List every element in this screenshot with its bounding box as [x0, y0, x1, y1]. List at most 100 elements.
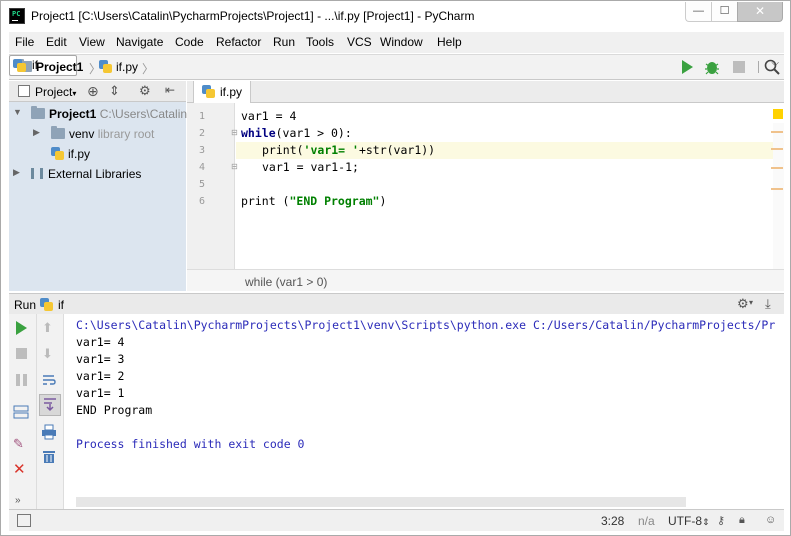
pause-button[interactable] [14, 372, 30, 388]
run-panel-title: Run [14, 298, 37, 312]
tree-item-project1-label: Project1 [49, 107, 97, 121]
settings-gear-icon[interactable]: ⚙ [139, 83, 151, 99]
file-encoding-label: UTF-8 [668, 514, 702, 528]
menu-code[interactable]: Code [175, 35, 204, 49]
inspection-warning-icon[interactable] [773, 109, 783, 119]
locate-file-icon[interactable]: ⊕ [87, 83, 99, 100]
menu-vcs[interactable]: VCS [347, 35, 372, 49]
code-line-6: print ("END Program") [241, 194, 386, 208]
error-stripe-mark[interactable] [771, 188, 783, 190]
lock-icon[interactable]: 🔒︎ [739, 514, 745, 527]
rerun-button[interactable] [14, 320, 30, 336]
tree-item-if-py[interactable]: if.py [9, 144, 186, 164]
expand-arrow-icon[interactable]: ▶ [33, 127, 40, 138]
maximize-button[interactable]: ☐ [711, 2, 737, 22]
scroll-up-button[interactable]: ⬆ [42, 320, 58, 336]
caret-position[interactable]: 3:28 [601, 514, 624, 528]
code-editor[interactable]: 1 2 3 4 5 6 ⊟ ⊟ var1 = 4 while(var1 > 0)… [187, 103, 784, 269]
python-file-icon [40, 298, 53, 311]
menu-file[interactable]: File [15, 35, 34, 49]
project-view-icon [18, 85, 30, 97]
menu-run[interactable]: Run [273, 35, 295, 49]
fold-marker-icon[interactable]: ⊟ [231, 128, 238, 137]
navigation-bar: Project1 〉 if.py 〉 if ⌵ [9, 54, 784, 80]
hide-panel-icon[interactable]: ⤓ [765, 296, 771, 312]
pycharm-logo-icon [9, 8, 25, 24]
library-icon [31, 168, 43, 179]
error-stripe-mark[interactable] [771, 167, 783, 169]
project-view-dropdown[interactable]: Project▾ [35, 85, 76, 99]
fold-end-icon[interactable]: ⊟ [231, 162, 238, 171]
stop-icon [16, 348, 27, 359]
inspector-icon[interactable]: ☺ [765, 514, 776, 526]
run-config-tab[interactable]: if [58, 298, 64, 312]
breadcrumb-file[interactable]: if.py [99, 60, 138, 74]
scroll-down-button[interactable]: ⬇ [42, 346, 58, 362]
project-tree-panel: ▼ Project1 C:\Users\Catalin ▶ venv libra… [9, 102, 187, 291]
close-run-button[interactable]: ✕ [13, 460, 29, 478]
console-output-line: var1= 3 [76, 352, 125, 366]
toolbar-divider [758, 61, 759, 73]
menu-help[interactable]: Help [437, 35, 462, 49]
run-button[interactable] [679, 59, 695, 75]
error-stripe-mark[interactable] [771, 148, 783, 150]
clear-all-button[interactable] [41, 448, 57, 464]
menu-window[interactable]: Window [380, 35, 423, 49]
stop-button[interactable] [14, 346, 30, 362]
run-panel-header: Run if ⚙ ▾ ⤓ [9, 293, 784, 314]
scroll-to-end-toggle[interactable] [39, 394, 61, 416]
tree-item-external-libraries[interactable]: ▶ External Libraries [9, 164, 186, 184]
python-file-icon [99, 60, 112, 73]
menu-edit[interactable]: Edit [46, 35, 67, 49]
soft-wrap-icon [43, 375, 56, 385]
updown-arrows-icon: ⇕ [702, 517, 710, 527]
code-line-2: while(var1 > 0): [241, 126, 352, 140]
git-branch-icon[interactable]: ⚷ [717, 514, 725, 527]
code-line-3: print('var1= '+str(var1)) [262, 143, 435, 157]
breadcrumb-while[interactable]: while (var1 > 0) [245, 275, 327, 289]
collapse-all-icon[interactable]: ⇕ [109, 83, 120, 99]
settings-gear-icon[interactable]: ⚙ [737, 296, 749, 312]
menu-navigate[interactable]: Navigate [116, 35, 163, 49]
minimize-button[interactable]: — [685, 2, 711, 22]
tree-item-project1[interactable]: ▼ Project1 C:\Users\Catalin [9, 104, 187, 124]
editor-scrollbar[interactable] [773, 123, 784, 269]
more-icon: » [15, 495, 21, 506]
run-console[interactable]: C:\Users\Catalin\PycharmProjects\Project… [64, 314, 784, 509]
menu-tools[interactable]: Tools [306, 35, 334, 49]
menu-refactor[interactable]: Refactor [216, 35, 261, 49]
tab-if-py[interactable]: if.py [193, 81, 251, 103]
dropdown-arrow-icon[interactable]: ▾ [749, 298, 753, 307]
tool-windows-toggle-icon[interactable] [17, 514, 31, 527]
line-separator[interactable]: n/a [638, 514, 655, 528]
close-button[interactable]: ✕ [737, 2, 783, 22]
console-output-line: var1= 4 [76, 335, 125, 349]
pause-icon [16, 374, 27, 386]
code-text: ) [379, 194, 387, 208]
more-actions-button[interactable]: » [15, 492, 31, 508]
python-file-icon [51, 147, 64, 160]
expand-arrow-icon[interactable]: ▶ [13, 167, 20, 178]
line-number-gutter: 1 2 3 4 5 6 ⊟ ⊟ [187, 103, 238, 269]
pin-tab-button[interactable]: ✎ [13, 436, 29, 452]
restore-layout-button[interactable] [13, 404, 29, 420]
debug-button[interactable] [704, 59, 720, 75]
soft-wrap-button[interactable] [41, 372, 57, 388]
search-everywhere-button[interactable] [764, 59, 780, 75]
file-encoding[interactable]: UTF-8⇕ [668, 514, 710, 528]
editor-breadcrumbs: while (var1 > 0) [187, 269, 784, 291]
run-config-label: if [32, 58, 38, 72]
error-stripe-mark[interactable] [771, 131, 783, 133]
run-icon [682, 60, 693, 74]
tree-item-external-libraries-content: External Libraries [31, 167, 141, 181]
tree-item-venv[interactable]: ▶ venv library root [9, 124, 186, 144]
menu-view[interactable]: View [79, 35, 105, 49]
stop-button[interactable] [732, 60, 748, 76]
expand-arrow-icon[interactable]: ▼ [13, 107, 22, 117]
console-horizontal-scrollbar[interactable] [76, 497, 686, 507]
print-button[interactable] [41, 424, 57, 440]
code-string: "END Program" [289, 194, 380, 208]
breadcrumb-project[interactable]: Project1 [18, 59, 83, 74]
code-text: print( [262, 143, 304, 157]
hide-panel-icon[interactable]: ⇤ [165, 83, 175, 97]
